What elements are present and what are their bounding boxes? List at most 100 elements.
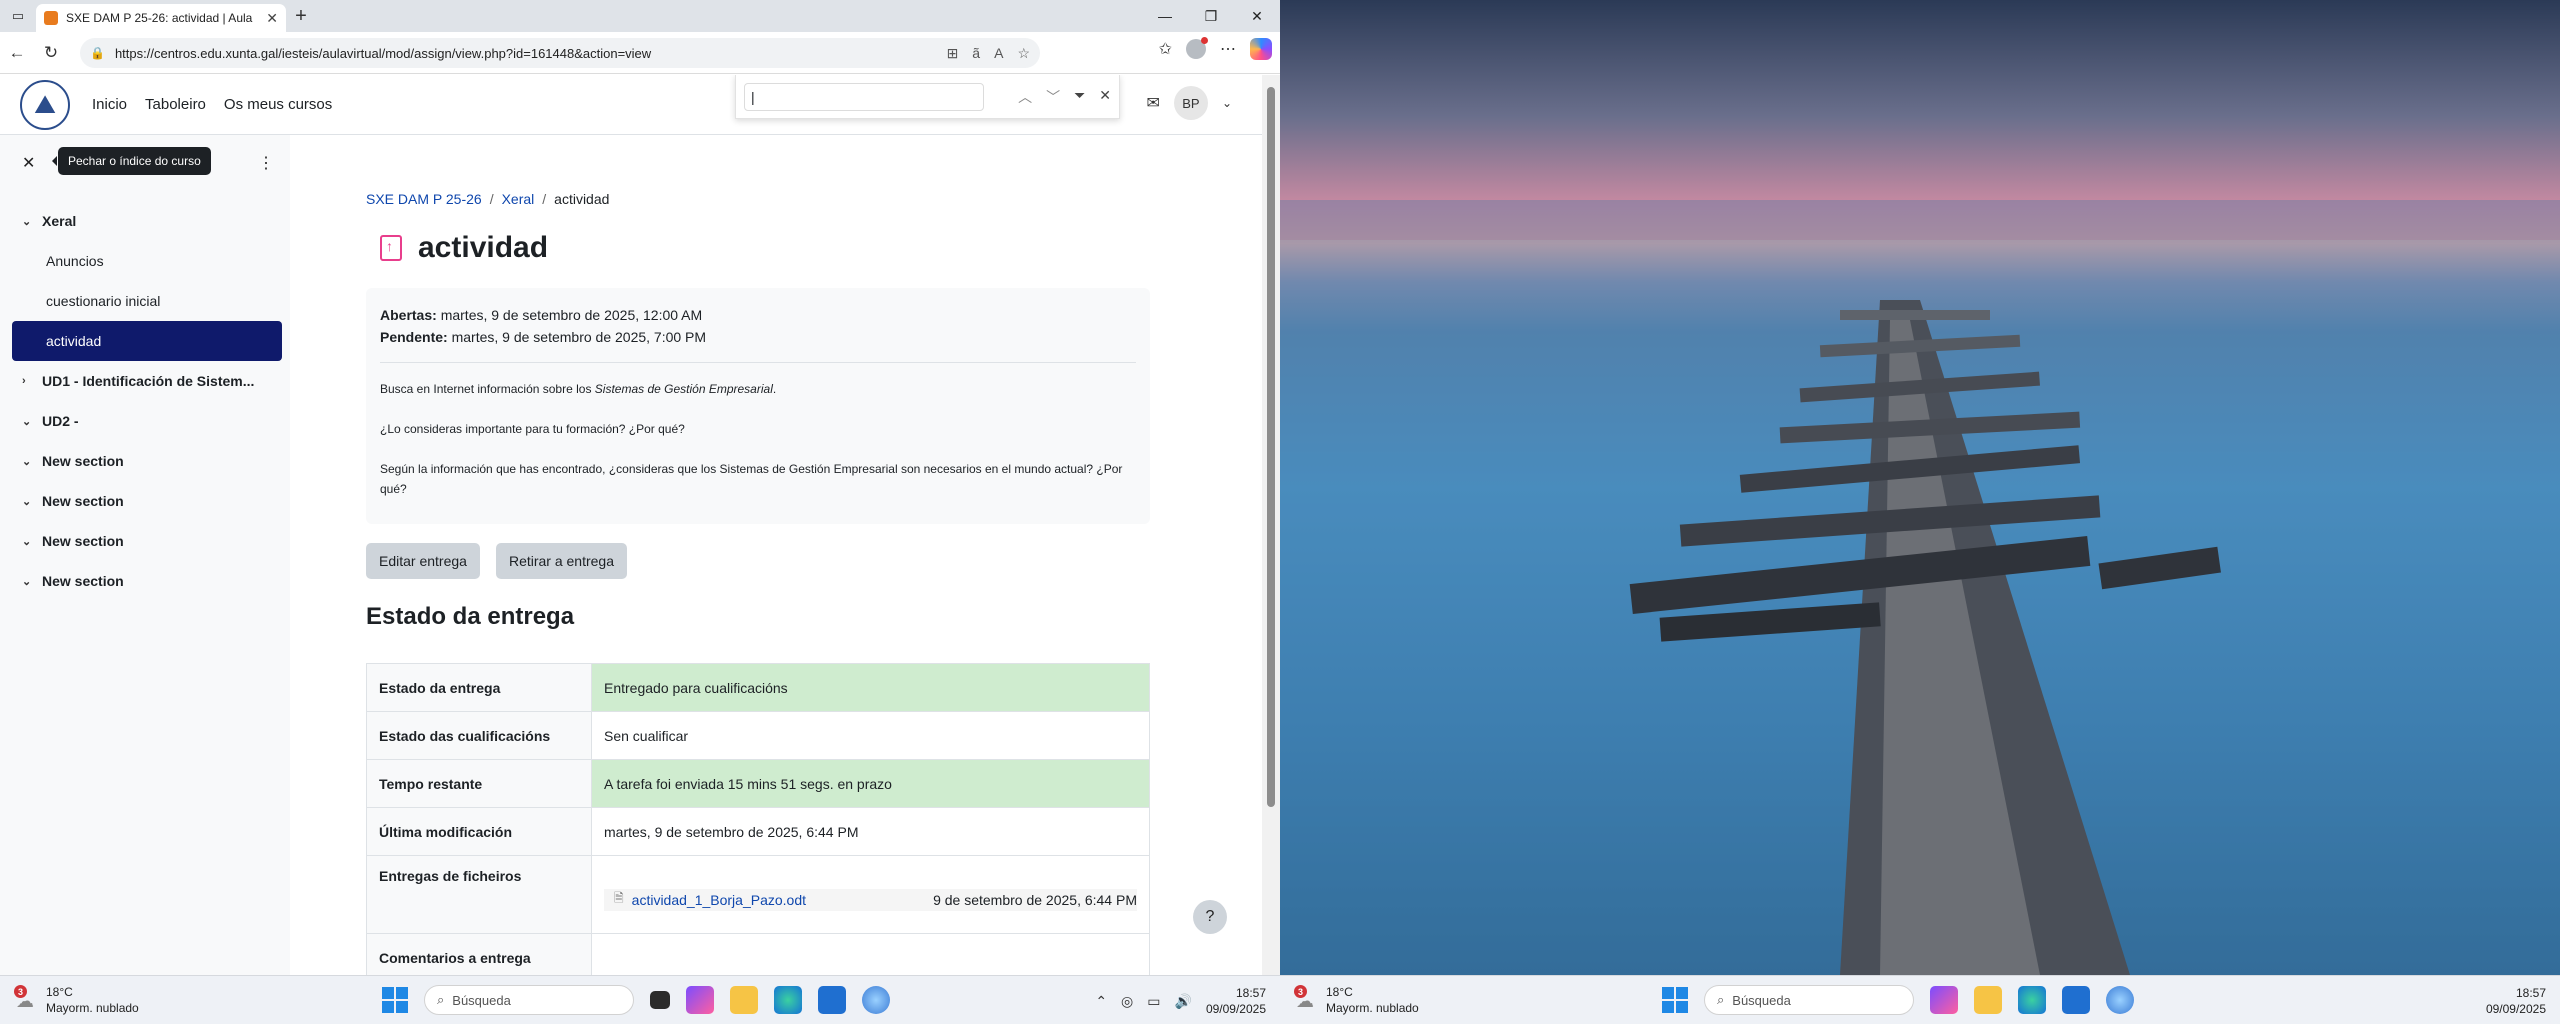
file-link[interactable]: actividad_1_Borja_Pazo.odt [632,892,806,908]
close-window-icon[interactable]: ✕ [1234,0,1280,32]
activity-anuncios[interactable]: Anuncios [12,241,282,281]
favorite-star-icon[interactable]: ☆ [1017,45,1030,62]
chevron-down-icon[interactable]: ⌄ [1222,96,1232,110]
table-row: Última modificación martes, 9 de setembro… [366,807,1150,856]
system-tray: 18:57 09/09/2025 [2486,985,2546,1017]
web-page: ⛰ Inicio Taboleiro Os meus cursos ✉ BP ⌄… [0,75,1262,975]
taskbar-apps: ⌕ Búsqueda [1662,985,2134,1015]
page-header: actividad [380,231,548,265]
section-xeral[interactable]: ⌄ Xeral [12,201,282,241]
taskbar-secondary: ☁ 3 18°C Mayorm. nublado ⌕ Búsqueda 18:57 09… [1280,975,2560,1024]
menu-taboleiro[interactable]: Taboleiro [145,96,206,113]
chevron-up-icon[interactable]: ⌃ [1095,993,1107,1010]
store-icon[interactable] [2062,986,2090,1014]
section-new-4[interactable]: ⌄ New section [12,561,282,601]
window-controls: — ❐ ✕ [1142,0,1280,32]
profile-avatar-icon[interactable] [1186,37,1208,59]
menu-os-meus-cursos[interactable]: Os meus cursos [224,96,332,113]
browser-tab[interactable]: SXE DAM P 25-26: actividad | Aula ✕ [36,4,286,32]
table-row: Estado das cualificacións Sen cualificar [366,711,1150,760]
volume-icon[interactable]: 🔊 [1175,993,1192,1010]
site-logo-icon[interactable]: ⛰ [20,79,70,130]
file-explorer-icon[interactable] [730,986,758,1014]
activity-cuestionario-inicial[interactable]: cuestionario inicial [12,281,282,321]
breadcrumb-separator: / [542,191,547,207]
favorites-icon[interactable]: ✩ [1159,39,1172,59]
pier-image [1280,200,2560,975]
taskbar-apps: ⌕ Búsqueda [382,985,890,1015]
menu-inicio[interactable]: Inicio [92,96,127,113]
search-icon: ⌕ [437,992,445,1007]
section-ud1[interactable]: › UD1 - Identificación de Sistem... [12,361,282,401]
minimize-icon[interactable]: — [1142,0,1188,32]
tab-actions-icon[interactable]: ▭ [0,0,36,32]
close-drawer-tooltip: Pechar o índice do curso [52,147,211,175]
section-new-3[interactable]: ⌄ New section [12,521,282,561]
weather-widget[interactable]: ☁ 3 18°C Mayorm. nublado [1294,984,1419,1016]
find-previous-icon[interactable]: ︿ [1018,87,1032,107]
messages-icon[interactable]: ✉ [1147,93,1160,113]
scrollbar-thumb[interactable] [1267,87,1275,807]
network-icon[interactable]: ◎ [1121,993,1133,1010]
tab-title: SXE DAM P 25-26: actividad | Aula [66,11,253,25]
breadcrumb-course[interactable]: SXE DAM P 25-26 [366,191,482,207]
immersive-reader-icon[interactable]: ã [972,45,980,62]
url-field[interactable]: 🔒 https://centros.edu.xunta.gal/iesteis/… [80,38,1040,68]
display-icon[interactable]: ▭ [1147,993,1160,1010]
page-scrollbar[interactable] [1262,75,1280,975]
more-options-icon[interactable]: ⋯ [1220,39,1236,59]
course-index-drawer: ✕ Pechar o índice do curso ⋮ ⌄ Xeral Anun… [0,135,290,975]
edge-icon[interactable] [2018,986,2046,1014]
chevron-down-icon: ⌄ [22,495,32,508]
taskbar-search[interactable]: ⌕ Búsqueda [1704,985,1914,1015]
find-next-icon[interactable]: ﹀ [1046,87,1060,107]
table-row: Tempo restante A tarefa foi enviada 15 mi… [366,759,1150,808]
store-icon[interactable] [818,986,846,1014]
browser-tab-bar: ▭ SXE DAM P 25-26: actividad | Aula ✕ + … [0,0,1280,32]
user-avatar[interactable]: BP [1173,86,1208,120]
edit-submission-button[interactable]: Editar entrega [366,543,480,579]
section-new-1[interactable]: ⌄ New section [12,441,282,481]
file-explorer-icon[interactable] [1974,986,2002,1014]
lock-icon: 🔒 [90,46,105,60]
course-index: ⌄ Xeral Anuncios cuestionario inicial act… [12,201,282,601]
find-in-page-bar: | ︿ ﹀ ⏷ ✕ [735,75,1120,119]
chevron-down-icon: ⌄ [22,575,32,588]
breadcrumb-section[interactable]: Xeral [502,191,535,207]
remove-submission-button[interactable]: Retirar a entrega [495,543,628,579]
edge-icon[interactable] [774,986,802,1014]
site-favicon-icon [44,11,58,25]
app-icon[interactable] [1930,986,1958,1014]
windows-start-icon[interactable] [1662,987,1688,1013]
submission-status-table: Estado da entrega Entregado para cualific… [366,663,1150,975]
windows-start-icon[interactable] [382,987,408,1013]
copilot-icon[interactable] [1250,38,1272,60]
filter-icon[interactable]: ⏷ [1074,87,1085,107]
refresh-icon[interactable]: ↻ [34,36,68,70]
task-view-icon[interactable] [650,991,670,1009]
close-find-icon[interactable]: ✕ [1099,87,1111,107]
system-tray: ⌃ ◎ ▭ 🔊 18:57 09/09/2025 [1095,985,1266,1017]
app-icon[interactable] [686,986,714,1014]
new-tab-icon[interactable]: + [286,5,316,28]
help-button[interactable]: ? [1193,900,1227,934]
app-icon[interactable] [862,986,890,1014]
close-drawer-icon[interactable]: ✕ [22,153,35,173]
chevron-down-icon: ⌄ [22,455,32,468]
taskbar-search[interactable]: ⌕ Búsqueda [424,985,634,1015]
activity-actividad-current[interactable]: actividad [12,321,282,361]
section-new-2[interactable]: ⌄ New section [12,481,282,521]
restore-icon[interactable]: ❐ [1188,0,1234,32]
read-aloud-icon[interactable]: A [994,45,1003,62]
clock[interactable]: 18:57 09/09/2025 [1206,985,1266,1017]
close-tab-icon[interactable]: ✕ [266,10,278,27]
section-ud2[interactable]: ⌄ UD2 - [12,401,282,441]
find-input[interactable]: | [744,82,984,111]
app-icon[interactable] [2106,986,2134,1014]
weather-widget[interactable]: ☁ 3 18°C Mayorm. nublado [14,984,139,1016]
clock[interactable]: 18:57 09/09/2025 [2486,985,2546,1017]
translate-icon[interactable]: ⊞ [947,45,959,62]
open-date: Abertas: martes, 9 de setembro de 2025, … [380,307,703,323]
back-icon[interactable]: ← [0,36,34,70]
kebab-menu-icon[interactable]: ⋮ [258,153,274,173]
